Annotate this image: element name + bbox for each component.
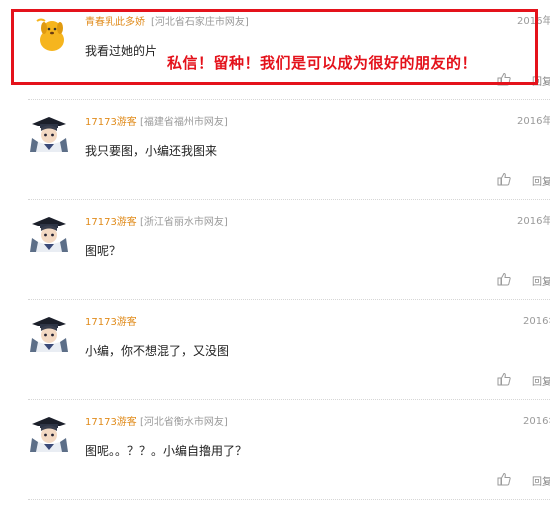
comment-username[interactable]: 17173游客 <box>85 113 137 128</box>
comment-text: 小编，你不想混了，又没图 <box>85 344 230 358</box>
yellow-dog-avatar-icon <box>33 15 71 53</box>
comment-time: 2016年 <box>517 216 550 227</box>
comment-username[interactable]: 17173游客 <box>85 413 137 428</box>
comment-text: 我看过她的片 <box>85 44 158 58</box>
kid-detective-avatar-icon <box>30 214 68 252</box>
avatar[interactable] <box>30 214 68 252</box>
thumbs-up-icon[interactable] <box>497 271 511 286</box>
avatar[interactable] <box>30 114 68 152</box>
thumbs-up-icon[interactable] <box>497 371 511 386</box>
comment-location: [河北省石家庄市网友] <box>151 17 249 28</box>
thumbs-up-icon[interactable] <box>497 171 511 186</box>
comment-location: [河北省衡水市网友] <box>140 417 228 428</box>
reply-button[interactable]: 回复 <box>532 173 550 188</box>
avatar[interactable] <box>30 314 68 352</box>
comment-time: 2016年 <box>517 116 550 127</box>
thumbs-up-icon[interactable] <box>497 471 511 486</box>
comment-location: [福建省福州市网友] <box>140 117 228 128</box>
comment-item: 青春乳此多娇 [河北省石家庄市网友] 2016年 我看过她的片 回复 <box>0 0 550 100</box>
comment-text: 我只要图，小编还我图来 <box>85 144 218 158</box>
reply-button[interactable]: 回复 <box>532 473 550 488</box>
avatar[interactable] <box>33 15 71 53</box>
comment-time: 2016年 <box>523 416 550 427</box>
comment-item: 17173游客 [浙江省丽水市网友] 2016年 图呢？ 回复 <box>0 200 550 300</box>
reply-button[interactable]: 回复 <box>532 273 550 288</box>
comment-username[interactable]: 17173游客 <box>85 213 137 228</box>
avatar[interactable] <box>30 414 68 452</box>
reply-button[interactable]: 回复 <box>532 73 550 88</box>
kid-detective-avatar-icon <box>30 414 68 452</box>
kid-detective-avatar-icon <box>30 114 68 152</box>
reply-button[interactable]: 回复 <box>532 373 550 388</box>
thumbs-up-icon[interactable] <box>497 71 511 86</box>
annotation-text: 私信！留种！我们是可以成为很好的朋友的！ <box>167 54 478 72</box>
comment-username[interactable]: 17173游客 <box>85 313 137 328</box>
kid-detective-avatar-icon <box>30 314 68 352</box>
comment-location: [浙江省丽水市网友] <box>140 217 228 228</box>
comment-item: 17173游客 2016年 小编，你不想混了，又没图 回复 <box>0 300 550 400</box>
comment-time: 2016年 <box>523 316 550 327</box>
comment-time: 2016年 <box>517 16 550 27</box>
comment-text: 图呢？ <box>85 244 122 258</box>
comment-item: 17173游客 [福建省福州市网友] 2016年 我只要图，小编还我图来 回复 <box>0 100 550 200</box>
comment-item: 17173游客 [河北省衡水市网友] 2016年 图呢。。？？。小编自撸用了？ … <box>0 400 550 500</box>
divider <box>28 499 550 500</box>
comment-text: 图呢。。？？。小编自撸用了？ <box>85 444 248 458</box>
comment-username[interactable]: 青春乳此多娇 <box>85 13 145 28</box>
